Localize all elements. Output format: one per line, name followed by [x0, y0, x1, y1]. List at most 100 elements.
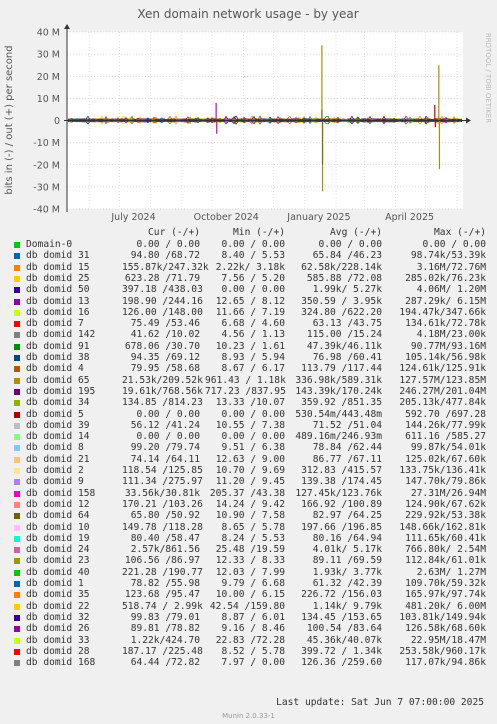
- legend-cur-value: 155.87k/247.32k: [122, 261, 209, 273]
- rrdtool-credit: RRDTOOL / TOBI OETIKER: [484, 33, 492, 123]
- legend-avg-value: 82.97 /64.25: [312, 510, 382, 522]
- legend-cur-value: 149.78 /118.28: [122, 521, 203, 533]
- legend-series-name: db domid 142: [26, 329, 96, 341]
- legend-max-value: 144.26k/77.99k: [405, 419, 486, 431]
- legend-series-name: db domid 31: [26, 250, 90, 262]
- legend-avg-value: 226.72 /156.03: [301, 589, 382, 601]
- legend-avg-value: 1.93k/ 3.77k: [312, 566, 382, 578]
- legend-max-value: 126.58k/68.60k: [405, 623, 486, 635]
- legend-max-value: 27.31M/26.94M: [410, 487, 486, 499]
- legend-series-name: db domid 34: [26, 397, 90, 409]
- y-tick-label: 10 M: [37, 94, 60, 105]
- legend-max-value: 253.58k/960.17k: [399, 645, 486, 657]
- legend-row: db domid 22 518.74 / 2.99k 42.54 /159.80 1.…: [0, 600, 497, 612]
- legend-min-value: 0.00 / 0.00: [221, 284, 285, 296]
- y-tick-label: 0: [54, 116, 60, 127]
- legend-color-swatch: [14, 558, 20, 565]
- legend-series-name: db domid 23: [26, 555, 90, 567]
- legend-row: db domid 33 1.22k/424.70 22.83 /72.28 45.36…: [0, 634, 497, 646]
- legend-color-swatch: [14, 648, 20, 655]
- legend-cur-value: 0.00 / 0.00: [136, 431, 200, 443]
- legend-cur-value: 134.85 /814.23: [122, 397, 203, 409]
- legend-row: db domid 168 64.44 /72.82 7.97 / 0.00 126.3…: [0, 658, 497, 668]
- legend-color-swatch: [14, 603, 20, 610]
- legend-avg-value: 1.14k/ 9.79k: [312, 600, 382, 612]
- legend-avg-value: 489.16m/246.93m: [295, 431, 382, 443]
- legend-row: db domid 8 99.20 /79.74 9.51 / 6.38 78.84 /…: [0, 443, 497, 453]
- header-max: Max (-/+): [434, 227, 486, 238]
- legend-series-name: db domid 13: [26, 295, 90, 307]
- legend-min-value: 12.63 / 9.00: [215, 453, 285, 465]
- legend-max-value: 0.00 / 0.00: [422, 239, 486, 250]
- legend-min-value: 0.00 / 0.00: [221, 431, 285, 443]
- legend-row: db domid 64 65.80 /50.92 10.90 / 7.58 82.97…: [0, 511, 497, 521]
- legend-cur-value: 170.21 /103.26: [122, 498, 203, 510]
- legend-min-value: 8.93 / 5.94: [221, 352, 285, 363]
- x-tick-label: July 2024: [110, 212, 155, 223]
- chart-title: Xen domain network usage - by year: [137, 7, 358, 21]
- legend-cur-value: 1.22k/424.70: [130, 634, 200, 646]
- legend-max-value: 592.70 /697.28: [405, 408, 486, 420]
- legend-row: db domid 38 94.35 /69.12 8.93 / 5.94 76.98 …: [0, 353, 497, 363]
- legend-row: db domid 21 74.14 /64.11 12.63 / 9.00 86.77…: [0, 453, 497, 465]
- legend-cur-value: 518.74 / 2.99k: [122, 600, 203, 612]
- legend-avg-value: 399.72 / 1.34k: [301, 645, 382, 657]
- legend-max-value: 105.14k/56.98k: [405, 352, 486, 363]
- legend-color-swatch: [14, 614, 20, 621]
- legend-avg-value: 312.83 /415.57: [301, 465, 382, 476]
- legend-cur-value: 678.06 /30.70: [124, 340, 200, 352]
- legend-series-name: db domid 38: [26, 352, 90, 363]
- legend-series-name: db domid 25: [26, 272, 90, 284]
- last-update: Last update: Sat Jun 7 07:00:00 2025: [276, 697, 484, 708]
- legend-color-swatch: [14, 626, 20, 633]
- legend-max-value: 246.27M/201.04M: [399, 385, 486, 397]
- legend-row: db domid 10 149.78 /118.28 8.65 / 5.78 197.…: [0, 521, 497, 533]
- legend-series-name: db domid 65: [26, 374, 90, 386]
- legend-color-swatch: [14, 569, 20, 576]
- legend-min-value: 8.52 / 5.78: [221, 645, 285, 657]
- legend-series-name: db domid 33: [26, 634, 90, 646]
- legend-cur-value: 99.83 /79.01: [130, 611, 200, 623]
- legend-row: db domid 25 623.28 /71.79 7.56 / 5.20 585.8…: [0, 272, 497, 284]
- legend-color-swatch: [14, 479, 20, 486]
- legend-avg-value: 126.36 /259.60: [301, 657, 382, 669]
- legend-color-swatch: [14, 501, 20, 508]
- legend-row: db domid 16 126.00 /148.00 11.66 / 7.19 324…: [0, 306, 497, 318]
- legend-cur-value: 106.56 /86.97: [124, 555, 200, 567]
- legend-color-swatch: [14, 456, 20, 463]
- legend-color-swatch: [14, 298, 20, 305]
- legend-max-value: 287.29k/ 6.15M: [405, 295, 486, 307]
- legend-row: db domid 14 0.00 / 0.00 0.00 / 0.00 489.16m…: [0, 432, 497, 442]
- legend-color-swatch: [14, 332, 20, 339]
- legend-min-value: 22.83 /72.28: [215, 634, 285, 646]
- legend-max-value: 111.65k/60.41k: [405, 532, 486, 544]
- legend-max-value: 285.02k/76.23k: [405, 272, 486, 284]
- legend-min-value: 9.51 / 6.38: [221, 442, 285, 454]
- y-tick-label: -40 M: [33, 205, 60, 216]
- legend-min-value: 961.43 / 1.18k: [205, 374, 286, 386]
- legend-color-swatch: [14, 253, 20, 260]
- legend-max-value: 98.74k/53.39k: [410, 250, 486, 262]
- legend-max-value: 229.92k/53.38k: [405, 510, 486, 522]
- legend-cur-value: 74.14 /64.11: [130, 453, 200, 465]
- legend-max-value: 125.02k/67.60k: [405, 453, 486, 465]
- munin-version: Munin 2.0.33-1: [222, 712, 275, 720]
- legend-cur-value: 79.95 /58.68: [130, 363, 200, 375]
- legend-color-swatch: [14, 309, 20, 316]
- legend-avg-value: 134.45 /153.65: [301, 611, 382, 623]
- legend-min-value: 717.23 /837.95: [205, 385, 286, 397]
- legend-cur-value: 56.12 /41.24: [130, 419, 200, 431]
- legend-series-name: db domid 14: [26, 431, 90, 443]
- legend-max-value: 22.95M/18.47M: [410, 634, 486, 646]
- legend-max-value: 124.61k/125.91k: [399, 363, 486, 375]
- legend-series-name: db domid 64: [26, 510, 90, 522]
- legend-color-swatch: [14, 592, 20, 599]
- legend-cur-value: 187.17 /225.48: [122, 645, 203, 657]
- legend-avg-value: 113.79 /117.44: [301, 363, 382, 375]
- legend-min-value: 8.65 / 5.78: [221, 521, 285, 533]
- legend-cur-value: 118.54 /125.85: [122, 465, 203, 476]
- legend-row: db domid 12 170.21 /103.26 14.24 / 9.42 166…: [0, 498, 497, 510]
- legend-max-value: 4.06M/ 1.20M: [416, 284, 486, 296]
- legend-series-name: db domid 16: [26, 306, 90, 318]
- legend-min-value: 10.23 / 1.61: [215, 340, 285, 352]
